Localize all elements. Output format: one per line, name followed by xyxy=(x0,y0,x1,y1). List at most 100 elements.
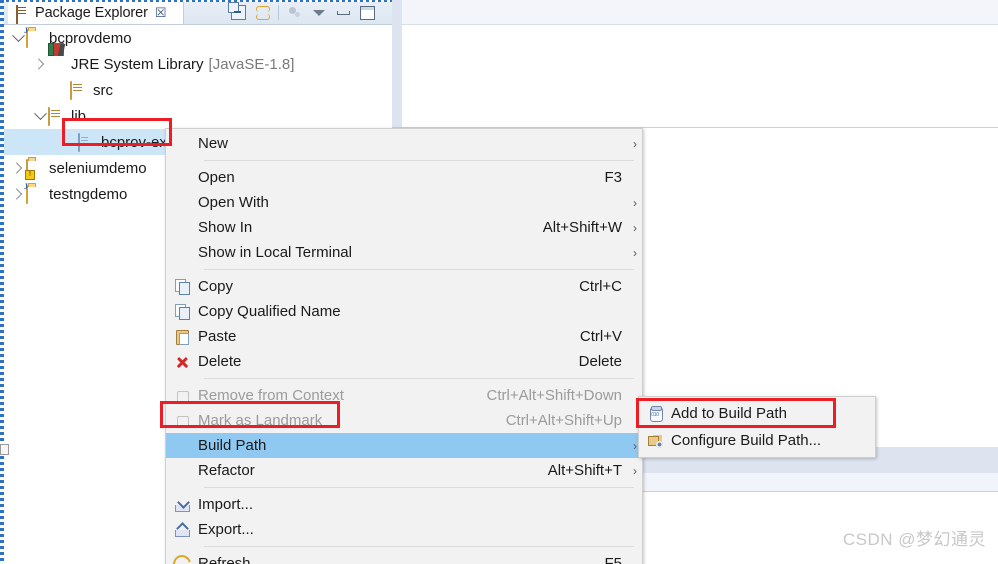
submenu-item-label: Configure Build Path... xyxy=(671,432,822,449)
tree-item-testngdemo[interactable]: testngdemo xyxy=(10,181,127,207)
menu-item-export[interactable]: Export... xyxy=(166,517,642,542)
copy-icon xyxy=(166,277,198,297)
editor-tab-bar xyxy=(402,0,998,25)
menu-icon-placeholder xyxy=(166,218,198,238)
tree-item-label: testngdemo xyxy=(49,185,128,203)
menu-item-open[interactable]: Open F3 xyxy=(166,165,642,190)
tree-item-label: bcprov-ext xyxy=(101,133,172,151)
tree-item-src[interactable]: src xyxy=(54,77,113,103)
paste-icon xyxy=(166,327,198,347)
menu-item-import[interactable]: Import... xyxy=(166,492,642,517)
menu-item-open-with[interactable]: Open With › xyxy=(166,190,642,215)
eclipse-window: ationConsole☒TestNG Package Explorer ☒ b… xyxy=(0,0,998,564)
menu-item-label: Refactor xyxy=(198,462,255,479)
menu-item-label: Delete xyxy=(198,353,242,370)
tree-item-label: lib xyxy=(71,107,87,125)
menu-item-shortcut: Ctrl+Alt+Shift+Up xyxy=(505,412,622,429)
view-toolbar xyxy=(226,0,379,25)
java-project-folder-icon xyxy=(26,29,44,48)
menu-item-label: Paste xyxy=(198,328,237,345)
menu-item-paste[interactable]: Paste Ctrl+V xyxy=(166,324,642,349)
chevron-right-icon[interactable] xyxy=(32,56,48,72)
tree-item-lib[interactable]: lib xyxy=(32,103,86,129)
menu-separator xyxy=(204,160,634,161)
menu-item-label: Copy Qualified Name xyxy=(198,303,341,320)
menu-item-shortcut: Ctrl+V xyxy=(579,328,622,345)
add-to-build-path-icon xyxy=(639,404,671,424)
menu-item-shortcut: Ctrl+C xyxy=(579,278,622,295)
menu-item-label: Copy xyxy=(198,278,234,295)
menu-item-delete[interactable]: Delete Delete xyxy=(166,349,642,374)
jre-library-icon xyxy=(48,56,66,72)
project-warning-folder-icon xyxy=(26,159,44,178)
menu-item-refresh[interactable]: Refresh F5 xyxy=(166,551,642,564)
view-focus-border-top xyxy=(0,0,392,2)
menu-item-mark-as-landmark: Mark as Landmark Ctrl+Alt+Shift+Up xyxy=(166,408,642,433)
menu-item-shortcut: Alt+Shift+W xyxy=(542,219,622,236)
menu-icon-placeholder xyxy=(166,168,198,188)
link-with-editor-icon[interactable] xyxy=(250,2,274,24)
tree-item-seleniumdemo[interactable]: seleniumdemo xyxy=(10,155,147,181)
maximize-icon[interactable] xyxy=(355,2,379,24)
menu-separator xyxy=(204,269,634,270)
menu-item-label: Refresh xyxy=(198,555,251,564)
menu-separator xyxy=(204,546,634,547)
configure-build-path-icon xyxy=(639,431,671,451)
project-folder-icon xyxy=(26,185,44,204)
menu-item-copy-qualified-name[interactable]: Copy Qualified Name xyxy=(166,299,642,324)
refresh-icon xyxy=(166,551,198,564)
source-folder-icon xyxy=(70,81,88,100)
submenu-chevron-icon: › xyxy=(633,195,637,210)
submenu-item-add-to-build-path[interactable]: Add to Build Path xyxy=(639,400,875,427)
tab-package-explorer[interactable]: Package Explorer ☒ xyxy=(8,0,184,25)
tree-item-label: src xyxy=(93,81,113,99)
menu-item-label: Remove from Context xyxy=(198,387,344,404)
menu-item-shortcut: F5 xyxy=(604,555,622,564)
context-menu: New › Open F3 Open With › Show In Alt+Shift+W › S… xyxy=(165,128,643,564)
menu-item-label: New xyxy=(198,135,229,152)
menu-item-shortcut: Alt+Shift+T xyxy=(547,462,622,479)
menu-item-label: Open xyxy=(198,169,235,186)
package-folder-icon xyxy=(48,107,66,126)
menu-icon-placeholder xyxy=(166,436,198,456)
menu-item-shortcut: Delete xyxy=(578,353,622,370)
tree-item-suffix: [JavaSE-1.8] xyxy=(208,55,295,73)
toolbar-separator xyxy=(278,5,279,20)
submenu-chevron-icon: › xyxy=(633,245,637,260)
jar-file-icon xyxy=(78,133,96,152)
package-explorer-header: Package Explorer ☒ xyxy=(4,0,392,25)
menu-icon-placeholder xyxy=(166,193,198,213)
delete-icon xyxy=(166,352,198,372)
menu-item-copy[interactable]: Copy Ctrl+C xyxy=(166,274,642,299)
collapse-all-icon[interactable] xyxy=(226,2,250,24)
tree-item-bcprovdemo[interactable]: bcprovdemo xyxy=(10,25,132,51)
tree-item-label: seleniumdemo xyxy=(49,159,147,177)
menu-item-label: Show in Local Terminal xyxy=(198,244,352,261)
menu-item-show-in-local-terminal[interactable]: Show in Local Terminal › xyxy=(166,240,642,265)
close-icon[interactable]: ☒ xyxy=(155,6,167,19)
chevron-right-icon[interactable] xyxy=(10,160,26,176)
submenu-chevron-icon: › xyxy=(633,136,637,151)
copy-qualified-name-icon xyxy=(166,302,198,322)
tree-item-jre-system-library[interactable]: JRE System Library [JavaSE-1.8] xyxy=(32,51,294,77)
menu-item-show-in[interactable]: Show In Alt+Shift+W › xyxy=(166,215,642,240)
menu-item-shortcut: F3 xyxy=(604,169,622,186)
remove-from-context-icon xyxy=(166,386,198,406)
sash-handle[interactable] xyxy=(0,444,9,455)
submenu-item-configure-build-path[interactable]: Configure Build Path... xyxy=(639,427,875,454)
menu-item-label: Open With xyxy=(198,194,269,211)
view-menu-chevron-icon[interactable] xyxy=(307,2,331,24)
minimize-icon[interactable] xyxy=(331,2,355,24)
twisty-placeholder xyxy=(54,82,70,98)
menu-item-build-path[interactable]: Build Path › xyxy=(166,433,642,458)
menu-item-new[interactable]: New › xyxy=(166,131,642,156)
view-filters-icon[interactable] xyxy=(283,2,307,24)
chevron-down-icon[interactable] xyxy=(32,108,48,124)
menu-separator xyxy=(204,378,634,379)
menu-icon-placeholder xyxy=(166,134,198,154)
view-focus-border-left xyxy=(0,0,4,564)
view-tab-label: Package Explorer xyxy=(35,4,148,21)
menu-item-refactor[interactable]: Refactor Alt+Shift+T › xyxy=(166,458,642,483)
menu-item-remove-from-context: Remove from Context Ctrl+Alt+Shift+Down xyxy=(166,383,642,408)
menu-item-label: Build Path xyxy=(198,437,267,454)
